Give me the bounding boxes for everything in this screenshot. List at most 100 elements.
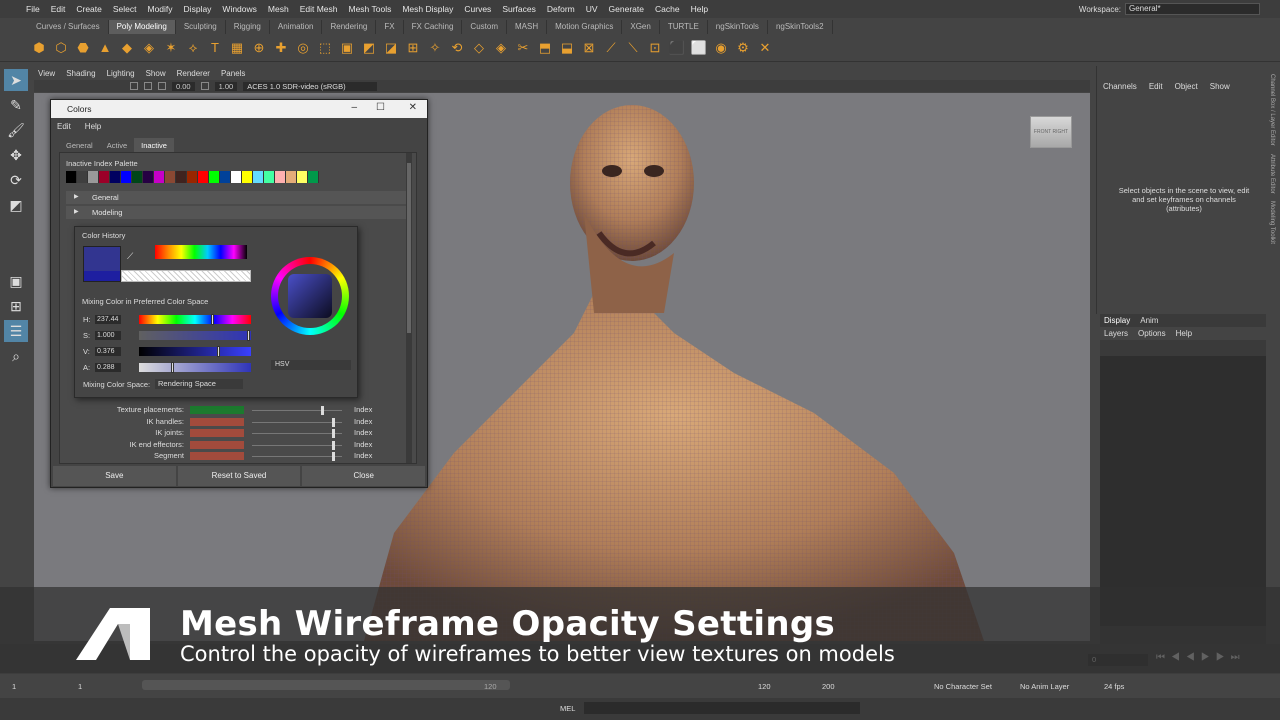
shelf-tab[interactable]: FX	[376, 20, 404, 34]
menu-edit-mesh[interactable]: Edit Mesh	[300, 4, 338, 14]
layer-menu-help[interactable]: Help	[1176, 329, 1192, 338]
colors-tab-general[interactable]: General	[59, 138, 100, 153]
palette-swatch[interactable]	[286, 171, 297, 183]
shelf-tool-icon[interactable]: ⊞	[404, 39, 422, 57]
s-field[interactable]: 1.000	[95, 331, 121, 340]
menu-mesh[interactable]: Mesh	[268, 4, 289, 14]
select-tool-icon[interactable]: ➤	[4, 69, 28, 91]
shelf-tool-icon[interactable]: ✧	[426, 39, 444, 57]
shelf-tool-icon[interactable]: ◆	[118, 39, 136, 57]
palette-swatch[interactable]	[308, 171, 319, 183]
color-history-swatches[interactable]	[155, 245, 247, 259]
menu-create[interactable]: Create	[76, 4, 102, 14]
color-row-swatch[interactable]	[190, 406, 244, 414]
viewcube-front[interactable]: FRONT	[1034, 129, 1051, 135]
shelf-tool-icon[interactable]: ⟍	[624, 39, 642, 57]
palette-swatch[interactable]	[110, 171, 121, 183]
colors-tab-inactive[interactable]: Inactive	[134, 138, 174, 153]
viewport-menu-show[interactable]: Show	[146, 69, 166, 78]
color-row-swatch[interactable]	[190, 440, 244, 449]
shelf-tab[interactable]: FX Caching	[403, 20, 463, 34]
shelf-tool-icon[interactable]: ✕	[756, 39, 774, 57]
colors-tab-active[interactable]: Active	[100, 138, 134, 153]
layout-icon[interactable]: ☰	[4, 320, 28, 342]
color-row-slider[interactable]	[252, 444, 342, 446]
far-clip-field[interactable]: 1.00	[214, 81, 238, 91]
shelf-tool-icon[interactable]: ⬜	[690, 39, 708, 57]
shelf-tool-icon[interactable]: ✶	[162, 39, 180, 57]
palette-swatch[interactable]	[88, 171, 99, 183]
exposure-icon[interactable]	[200, 82, 209, 90]
h-field[interactable]: 237.44	[95, 315, 121, 324]
viewcube[interactable]: FRONT RIGHT	[1030, 116, 1072, 148]
viewport-menu-lighting[interactable]: Lighting	[107, 69, 135, 78]
range-end-field[interactable]: 200	[822, 682, 835, 691]
scale-tool-icon[interactable]: ◩	[4, 194, 28, 216]
colors-menu-edit[interactable]: Edit	[57, 122, 71, 131]
maximize-icon[interactable]: ☐	[376, 102, 385, 113]
palette-swatch[interactable]	[132, 171, 143, 183]
close-icon[interactable]: ✕	[409, 102, 417, 113]
move-tool-icon[interactable]: ✥	[4, 144, 28, 166]
shelf-tab[interactable]: Motion Graphics	[547, 20, 623, 34]
mixing-space-dropdown[interactable]: Rendering Space	[155, 379, 243, 389]
menu-generate[interactable]: Generate	[609, 4, 644, 14]
channel-box-menu-show[interactable]: Show	[1210, 82, 1230, 91]
color-row-mode[interactable]: Index	[354, 451, 372, 460]
near-clip-field[interactable]: 0.00	[172, 81, 195, 91]
palette-swatch[interactable]	[77, 171, 88, 183]
workspace-selector[interactable]: Workspace: General*	[1079, 3, 1260, 15]
palette-swatch[interactable]	[99, 171, 110, 183]
shelf-tab[interactable]: ngSkinTools	[707, 20, 768, 34]
shelf-tool-icon[interactable]: ⟋	[602, 39, 620, 57]
color-row-swatch[interactable]	[190, 417, 244, 426]
menu-uv[interactable]: UV	[586, 4, 598, 14]
shelf-tool-icon[interactable]: T	[206, 39, 224, 57]
palette-swatch[interactable]	[209, 171, 220, 183]
menu-file[interactable]: File	[26, 4, 40, 14]
color-row-swatch[interactable]	[190, 429, 244, 437]
section-general[interactable]: General	[66, 191, 406, 204]
color-row-knob[interactable]	[336, 464, 339, 465]
shelf-tool-icon[interactable]: ▣	[338, 39, 356, 57]
shelf-tool-icon[interactable]: ⟡	[184, 39, 202, 57]
layer-menu-layers[interactable]: Layers	[1104, 329, 1128, 338]
v-field[interactable]: 0.376	[95, 347, 121, 356]
index-palette[interactable]	[66, 171, 319, 183]
shelf-tab[interactable]: Curves / Surfaces	[28, 20, 109, 34]
color-row-mode[interactable]: Index	[354, 463, 372, 464]
color-row-swatch[interactable]	[190, 452, 244, 460]
menu-windows[interactable]: Windows	[222, 4, 256, 14]
shelf-tab[interactable]: TURTLE	[659, 20, 708, 34]
anim-layer-dropdown[interactable]: No Anim Layer	[1020, 682, 1069, 691]
shelf-tool-icon[interactable]: ▦	[228, 39, 246, 57]
palette-swatch[interactable]	[253, 171, 264, 183]
viewport-menu-panels[interactable]: Panels	[221, 69, 245, 78]
channel-box-menu-object[interactable]: Object	[1175, 82, 1198, 91]
playback-start-field[interactable]: 1	[78, 682, 82, 691]
menu-deform[interactable]: Deform	[547, 4, 575, 14]
command-input[interactable]	[584, 702, 860, 714]
menu-curves[interactable]: Curves	[464, 4, 491, 14]
shelf-tool-icon[interactable]: ⬢	[30, 39, 48, 57]
toggle-icon[interactable]	[130, 82, 138, 90]
color-row-slider[interactable]	[252, 421, 342, 423]
section-modeling[interactable]: Modeling	[66, 206, 406, 219]
character-set-dropdown[interactable]: No Character Set	[934, 682, 992, 691]
shelf-tool-icon[interactable]: ⟲	[448, 39, 466, 57]
menu-help[interactable]: Help	[691, 4, 708, 14]
color-history-strip[interactable]	[121, 270, 251, 282]
shelf-tool-icon[interactable]: ⬛	[668, 39, 686, 57]
color-row-mode[interactable]: Index	[354, 428, 372, 437]
side-tab[interactable]: Channel Box / Layer Editor	[1269, 74, 1275, 146]
hue-slider[interactable]	[139, 314, 251, 325]
shelf-tab[interactable]: Custom	[462, 20, 507, 34]
palette-swatch[interactable]	[121, 171, 132, 183]
shelf-tab[interactable]: Poly Modeling	[108, 20, 176, 34]
colors-scrollbar[interactable]	[406, 153, 412, 463]
fps-dropdown[interactable]: 24 fps	[1104, 682, 1124, 691]
palette-swatch[interactable]	[242, 171, 253, 183]
colors-menu-help[interactable]: Help	[85, 122, 101, 131]
shelf-tool-icon[interactable]: ◩	[360, 39, 378, 57]
lasso-tool-icon[interactable]: ✎	[4, 94, 28, 116]
